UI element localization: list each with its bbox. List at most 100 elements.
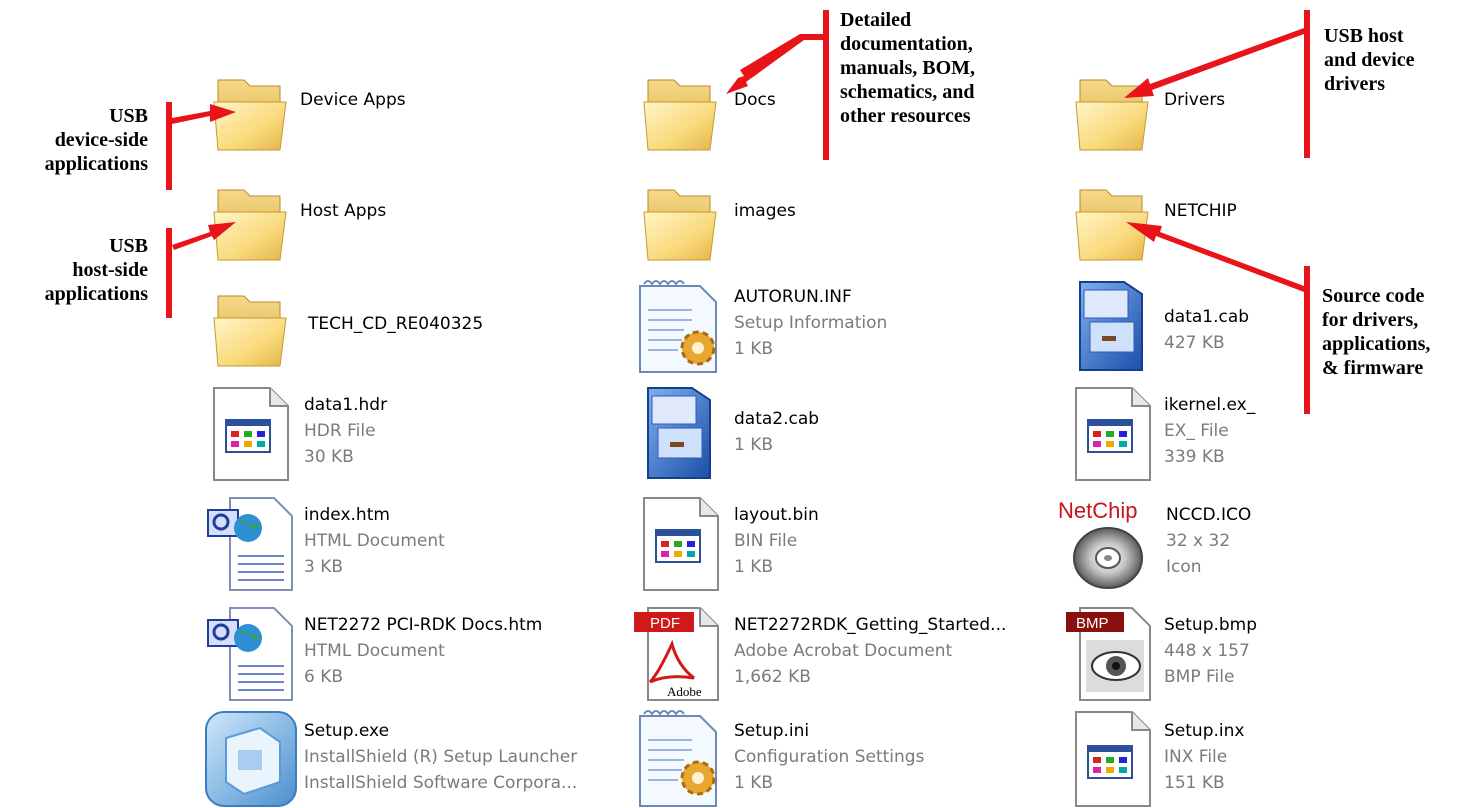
- file-name: Setup.exe: [304, 721, 390, 741]
- file-name: data2.cab: [734, 409, 820, 429]
- file-item[interactable]: TECH_CD_RE040325: [204, 278, 644, 378]
- annotation-line: drivers: [1324, 73, 1386, 95]
- file-name: layout.bin: [734, 505, 819, 525]
- annotation-line: documentation,: [840, 33, 973, 55]
- file-size: 30 KB: [304, 447, 354, 467]
- file-type: 427 KB: [1164, 333, 1225, 353]
- file-name: NETCHIP: [1164, 201, 1237, 221]
- file-name: Host Apps: [300, 201, 387, 221]
- html-document-icon: [204, 494, 300, 594]
- file-size: 3 KB: [304, 557, 344, 577]
- file-item[interactable]: Host Apps: [204, 172, 644, 272]
- file-item[interactable]: Setup.inx INX File 151 KB: [1066, 708, 1484, 808]
- file-item[interactable]: BMP Setup.bmp 448 x 157 BMP File: [1066, 604, 1484, 704]
- file-size: 1 KB: [734, 773, 774, 793]
- folder-icon: [634, 172, 730, 272]
- file-item[interactable]: Setup.ini Configuration Settings 1 KB: [634, 708, 1074, 808]
- annotation-source: Source code for drivers, applications, &…: [1322, 284, 1482, 380]
- bmp-label: BMP: [1076, 615, 1109, 632]
- file-item[interactable]: index.htm HTML Document 3 KB: [204, 494, 644, 594]
- file-type: HTML Document: [304, 531, 445, 551]
- file-item[interactable]: layout.bin BIN File 1 KB: [634, 494, 1074, 594]
- file-name: Docs: [734, 90, 776, 110]
- file-company: InstallShield Software Corpora...: [304, 773, 578, 793]
- file-item[interactable]: ikernel.ex_ EX_ File 339 KB: [1066, 384, 1484, 484]
- file-type: INX File: [1164, 747, 1228, 767]
- html-document-icon: [204, 604, 300, 704]
- file-type: Setup Information: [734, 313, 888, 333]
- pdf-label: PDF: [650, 615, 680, 632]
- file-size: 1 KB: [734, 557, 774, 577]
- annotation-line: for drivers,: [1322, 309, 1419, 331]
- file-size: BMP File: [1164, 667, 1235, 687]
- file-size: 1 KB: [734, 339, 774, 359]
- file-size: 151 KB: [1164, 773, 1225, 793]
- folder-icon: [634, 62, 730, 162]
- annotation-line: and device: [1324, 49, 1415, 71]
- annotation-line: USB host: [1324, 25, 1404, 47]
- file-size: 1,662 KB: [734, 667, 811, 687]
- file-name: Device Apps: [300, 90, 406, 110]
- file-item[interactable]: PDF Adobe NET2272RDK_Getting_Started... A…: [634, 604, 1074, 704]
- folder-icon: [204, 62, 300, 162]
- pdf-icon: PDF Adobe: [634, 604, 730, 704]
- bmp-icon: BMP: [1066, 604, 1162, 704]
- annotation-device-side: USB device-side applications: [0, 104, 148, 176]
- file-name: data1.cab: [1164, 307, 1250, 327]
- file-item[interactable]: data2.cab 1 KB: [634, 384, 1074, 484]
- file-name: Setup.inx: [1164, 721, 1245, 741]
- file-item[interactable]: NetChip NCCD.ICO 32 x 32 Icon: [1058, 494, 1484, 594]
- file-name: Drivers: [1164, 90, 1226, 110]
- file-size: Icon: [1166, 557, 1202, 577]
- file-name: AUTORUN.INF: [734, 287, 852, 307]
- annotation-line: device-side: [54, 129, 148, 151]
- file-name: index.htm: [304, 505, 390, 525]
- setup-info-icon: [634, 708, 730, 808]
- annotation-line: Source code: [1322, 285, 1425, 307]
- folder-icon: [1066, 172, 1162, 272]
- annotation-line: applications: [44, 153, 148, 175]
- cabinet-icon: [1066, 276, 1162, 376]
- setup-info-icon: [634, 280, 730, 380]
- file-type: HDR File: [304, 421, 376, 441]
- file-type: 32 x 32: [1166, 531, 1231, 551]
- file-item[interactable]: images: [634, 172, 1074, 272]
- file-type: Configuration Settings: [734, 747, 925, 767]
- file-type: EX_ File: [1164, 421, 1229, 441]
- folder-icon: [204, 172, 300, 272]
- annotation-docs: Detailed documentation, manuals, BOM, sc…: [840, 8, 1030, 128]
- annotation-line: host-side: [72, 259, 148, 281]
- annotation-drivers: USB host and device drivers: [1324, 24, 1464, 96]
- annotation-line: USB: [109, 105, 148, 127]
- file-name: NET2272RDK_Getting_Started...: [734, 615, 1007, 635]
- file-type: 1 KB: [734, 435, 774, 455]
- file-item[interactable]: NET2272 PCI-RDK Docs.htm HTML Document 6…: [204, 604, 644, 704]
- file-item[interactable]: AUTORUN.INF Setup Information 1 KB: [634, 280, 1074, 380]
- folder-icon: [204, 278, 300, 378]
- generic-file-icon: [204, 384, 300, 484]
- file-type: InstallShield (R) Setup Launcher: [304, 747, 578, 767]
- annotation-line: Detailed: [840, 9, 912, 31]
- file-item[interactable]: Device Apps: [204, 62, 644, 162]
- file-size: 6 KB: [304, 667, 344, 687]
- file-name: Setup.ini: [734, 721, 810, 741]
- file-type: HTML Document: [304, 641, 445, 661]
- file-name: TECH_CD_RE040325: [308, 314, 484, 334]
- annotation-host-side: USB host-side applications: [0, 234, 148, 306]
- file-item[interactable]: Setup.exe InstallShield (R) Setup Launch…: [204, 708, 644, 808]
- file-name: ikernel.ex_: [1164, 395, 1256, 415]
- file-type: BIN File: [734, 531, 798, 551]
- cabinet-icon: [634, 384, 730, 484]
- file-item[interactable]: NETCHIP: [1066, 172, 1484, 272]
- file-name: NCCD.ICO: [1166, 505, 1252, 525]
- file-name: data1.hdr: [304, 395, 388, 415]
- annotation-line: schematics, and: [840, 81, 975, 103]
- installshield-icon: [204, 708, 300, 808]
- annotation-line: USB: [109, 235, 148, 257]
- adobe-label: Adobe: [667, 684, 702, 699]
- generic-file-icon: [1066, 708, 1162, 808]
- file-item[interactable]: data1.hdr HDR File 30 KB: [204, 384, 644, 484]
- annotation-line: manuals, BOM,: [840, 57, 976, 79]
- file-size: 339 KB: [1164, 447, 1225, 467]
- generic-file-icon: [634, 494, 730, 594]
